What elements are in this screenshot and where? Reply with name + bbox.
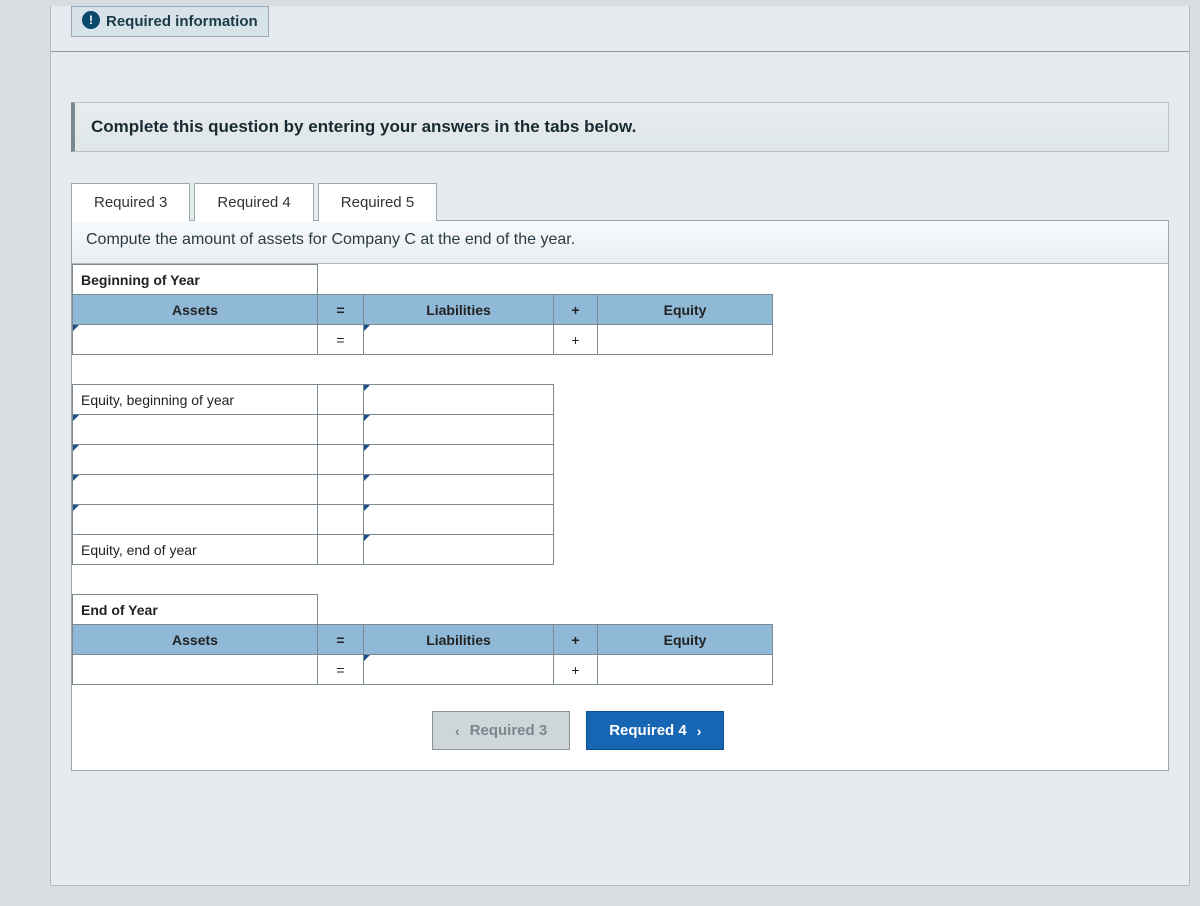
header-equity: Equity: [598, 295, 773, 325]
info-icon: !: [82, 11, 100, 29]
input-end-assets[interactable]: [73, 655, 318, 685]
divider: [51, 51, 1189, 52]
cell-equals: =: [318, 325, 364, 355]
input-equity-begin-value[interactable]: [364, 385, 554, 415]
input-begin-assets[interactable]: [73, 325, 318, 355]
tab-content: Compute the amount of assets for Company…: [71, 220, 1169, 771]
input-equity-line-3-value[interactable]: [364, 475, 554, 505]
chevron-right-icon: ›: [697, 723, 702, 739]
prev-required-button[interactable]: ‹ Required 3: [432, 711, 570, 750]
input-equity-line-4-value[interactable]: [364, 505, 554, 535]
prev-button-label: Required 3: [470, 722, 548, 739]
header-equals-end: =: [318, 625, 364, 655]
header-liabilities: Liabilities: [364, 295, 554, 325]
required-information-label: Required information: [106, 13, 258, 30]
header-plus-end: +: [554, 625, 598, 655]
input-equity-line-3-label[interactable]: [73, 475, 318, 505]
header-plus: +: [554, 295, 598, 325]
row-equity-begin-label: Equity, beginning of year: [73, 385, 318, 415]
input-equity-line-4-label[interactable]: [73, 505, 318, 535]
tabs-row: Required 3 Required 4 Required 5: [71, 182, 1169, 220]
nav-row: ‹ Required 3 Required 4 ›: [432, 711, 1168, 750]
next-required-button[interactable]: Required 4 ›: [586, 711, 724, 750]
input-end-liabilities[interactable]: [364, 655, 554, 685]
header-assets-end: Assets: [73, 625, 318, 655]
instruction-text: Complete this question by entering your …: [71, 102, 1169, 152]
input-equity-line-2-value[interactable]: [364, 445, 554, 475]
cell-plus: +: [554, 325, 598, 355]
header-liabilities-end: Liabilities: [364, 625, 554, 655]
header-equals: =: [318, 295, 364, 325]
question-panel: ! Required information Complete this que…: [50, 6, 1190, 886]
chevron-left-icon: ‹: [455, 723, 460, 739]
input-equity-line-1-label[interactable]: [73, 415, 318, 445]
input-equity-line-2-label[interactable]: [73, 445, 318, 475]
input-equity-end-value[interactable]: [364, 535, 554, 565]
section-beginning-label: Beginning of Year: [73, 265, 318, 295]
input-end-equity[interactable]: [598, 655, 773, 685]
header-assets: Assets: [73, 295, 318, 325]
input-begin-liabilities[interactable]: [364, 325, 554, 355]
row-equity-end-label: Equity, end of year: [73, 535, 318, 565]
cell-plus-end: +: [554, 655, 598, 685]
tab-required-4[interactable]: Required 4: [194, 183, 313, 221]
question-prompt: Compute the amount of assets for Company…: [72, 221, 1168, 264]
input-equity-line-1-value[interactable]: [364, 415, 554, 445]
tab-required-5[interactable]: Required 5: [318, 183, 437, 221]
required-information-button[interactable]: ! Required information: [71, 6, 269, 37]
section-end-label: End of Year: [73, 595, 318, 625]
tab-required-3[interactable]: Required 3: [71, 183, 190, 221]
input-begin-equity[interactable]: [598, 325, 773, 355]
cell-equals-end: =: [318, 655, 364, 685]
cell-empty: [318, 385, 364, 415]
next-button-label: Required 4: [609, 722, 687, 739]
worksheet-table: Beginning of Year Assets = Liabilities +…: [72, 264, 773, 685]
header-equity-end: Equity: [598, 625, 773, 655]
